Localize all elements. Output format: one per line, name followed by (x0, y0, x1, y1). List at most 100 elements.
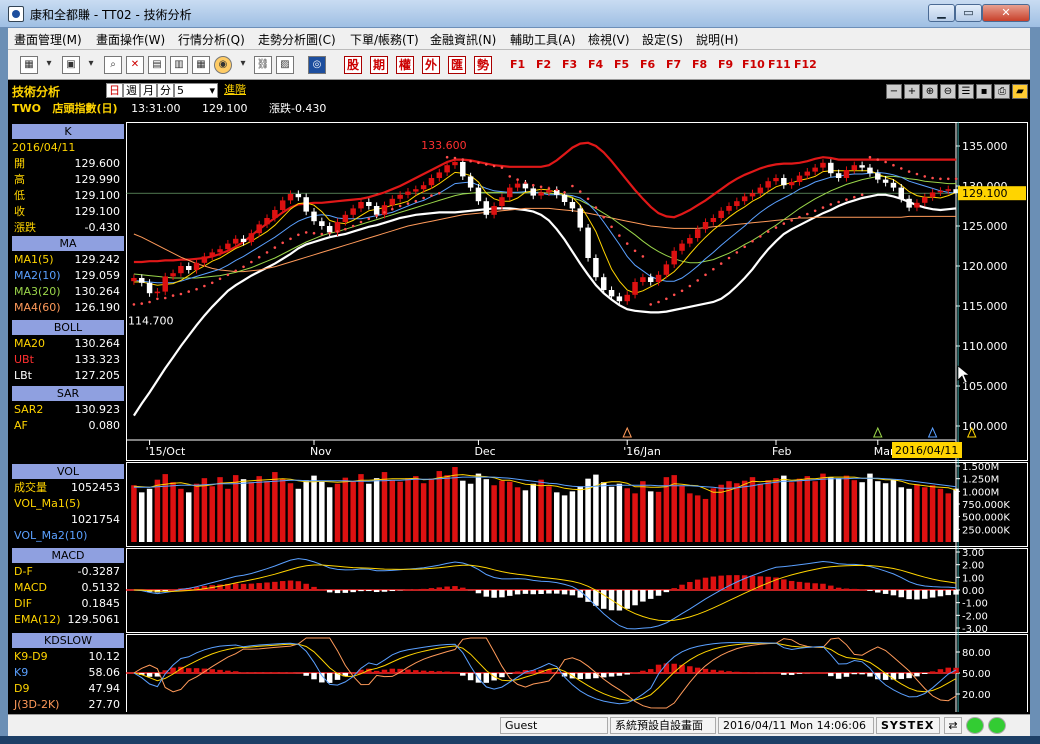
ma-panel-header[interactable]: MA (12, 236, 124, 251)
period-count-select[interactable]: 5 ▾ (174, 83, 218, 98)
kd-panel-header[interactable]: KDSLOW (12, 633, 124, 648)
zoom-in-icon[interactable]: ⊕ (922, 84, 938, 99)
f8-button[interactable]: F8 (692, 58, 707, 71)
maximize-button[interactable]: ▭ (955, 4, 982, 22)
app-logo-icon (8, 6, 24, 22)
f7-button[interactable]: F7 (666, 58, 681, 71)
menu-tools[interactable]: 輔助工具(A) (510, 31, 576, 48)
f5-button[interactable]: F5 (614, 58, 629, 71)
minus-icon[interactable]: − (886, 84, 902, 99)
kd-histogram-bar (248, 672, 255, 673)
columns-icon[interactable]: ▥ (170, 56, 188, 74)
table-icon[interactable]: ▦ (192, 56, 210, 74)
menu-financial-info[interactable]: 金融資訊(N) (430, 31, 496, 48)
close-window-icon[interactable]: ✕ (126, 56, 144, 74)
kd-histogram-bar (303, 673, 309, 676)
candle-body (561, 194, 568, 202)
close-button[interactable]: ✕ (982, 4, 1030, 22)
futures-button[interactable]: 期 (370, 56, 388, 74)
period-day-button[interactable]: 日 (106, 83, 123, 98)
volume-bar (945, 493, 951, 542)
status-datetime: 2016/04/11 Mon 14:06:06 (718, 717, 874, 734)
menu-screen-operation[interactable]: 畫面操作(W) (96, 31, 165, 48)
grid-icon[interactable]: ▤ (148, 56, 166, 74)
search-icon[interactable]: ⌕ (104, 56, 122, 74)
candle-body (178, 266, 184, 274)
link-icon[interactable]: ⛓ (254, 56, 272, 74)
chart-icon[interactable]: ▨ (276, 56, 294, 74)
menu-order-account[interactable]: 下單/帳務(T) (350, 31, 419, 48)
print-icon[interactable]: ⎙ (994, 84, 1010, 99)
f6-button[interactable]: F6 (640, 58, 655, 71)
volume-bar (647, 491, 654, 542)
folder-icon[interactable]: ▰ (1012, 84, 1028, 99)
trend-button[interactable]: 勢 (474, 56, 492, 74)
menu-market-analysis[interactable]: 行情分析(Q) (178, 31, 245, 48)
period-month-button[interactable]: 月 (140, 83, 157, 98)
menu-trend-chart[interactable]: 走勢分析圖(C) (258, 31, 336, 48)
zoom-out-icon[interactable]: ⊖ (940, 84, 956, 99)
menu-screen-management[interactable]: 畫面管理(M) (14, 31, 82, 48)
candle-body (898, 187, 905, 199)
boll-panel-header[interactable]: BOLL (12, 320, 124, 335)
foreign-button[interactable]: 外 (422, 56, 440, 74)
menu-help[interactable]: 說明(H) (696, 31, 738, 48)
title-bar[interactable]: 康和全都賺 - TT02 - 技術分析 ▁ ▭ ✕ (0, 0, 1040, 28)
network-icon[interactable]: ⇄ (944, 717, 962, 734)
f11-button[interactable]: F11 (768, 58, 791, 71)
period-week-button[interactable]: 週 (123, 83, 140, 98)
volume-bar (264, 481, 270, 542)
date-tick-label: Nov (310, 445, 332, 458)
indicator-label: LBt (14, 369, 32, 382)
sar-dot (665, 297, 668, 301)
f1-button[interactable]: F1 (510, 58, 525, 71)
macd-histogram-bar (788, 580, 795, 590)
macd-histogram-bar (413, 589, 419, 590)
globe-icon[interactable]: ◉ (214, 56, 232, 74)
macd-histogram-bar (350, 590, 356, 593)
candle-body (828, 162, 834, 174)
indicator-label: 收 (14, 205, 25, 218)
sar-panel-header[interactable]: SAR (12, 386, 124, 401)
candle-body (718, 210, 724, 218)
candle-body (154, 291, 161, 294)
macd-histogram-bar (264, 582, 270, 590)
vol-panel-header[interactable]: VOL (12, 464, 124, 479)
candle-body (867, 167, 873, 174)
dropdown-arrow-icon[interactable]: ▾ (234, 56, 252, 74)
stock-button[interactable]: 股 (344, 56, 362, 74)
fx-button[interactable]: 匯 (448, 56, 466, 74)
f4-button[interactable]: F4 (588, 58, 603, 71)
dif-line (133, 558, 957, 630)
period-minute-button[interactable]: 分 (157, 83, 174, 98)
macd-histogram-bar (538, 590, 544, 595)
macd-tick-label: -3.00 (962, 624, 988, 635)
kd-histogram-bar (428, 670, 435, 673)
monitor-icon[interactable]: ▣ (62, 56, 80, 74)
volume-bar (522, 490, 529, 542)
k-panel-header[interactable]: K (12, 124, 124, 139)
menu-settings[interactable]: 設定(S) (642, 31, 683, 48)
plus-icon[interactable]: + (904, 84, 920, 99)
indicator-label: K9-D9 (14, 650, 48, 663)
f10-button[interactable]: F10 (742, 58, 765, 71)
f12-button[interactable]: F12 (794, 58, 817, 71)
volume-bar (475, 473, 482, 542)
save-icon[interactable]: ▪ (976, 84, 992, 99)
kd-histogram-bar (843, 673, 850, 677)
dropdown-arrow-icon[interactable]: ▾ (82, 56, 100, 74)
chat-icon[interactable]: ☰ (958, 84, 974, 99)
indicator-value: 126.190 (74, 301, 121, 314)
macd-histogram-bar (945, 590, 951, 596)
f9-button[interactable]: F9 (718, 58, 733, 71)
minimize-button[interactable]: ▁ (928, 4, 955, 22)
f2-button[interactable]: F2 (536, 58, 551, 71)
dropdown-arrow-icon[interactable]: ▾ (40, 56, 58, 74)
macd-panel-header[interactable]: MACD (12, 548, 124, 563)
layout-icon[interactable]: ▦ (20, 56, 38, 74)
brand-logo-icon[interactable]: ◎ (308, 56, 326, 74)
f3-button[interactable]: F3 (562, 58, 577, 71)
advanced-button[interactable]: 進階 (222, 83, 248, 98)
menu-view[interactable]: 檢視(V) (588, 31, 630, 48)
options-button[interactable]: 權 (396, 56, 414, 74)
